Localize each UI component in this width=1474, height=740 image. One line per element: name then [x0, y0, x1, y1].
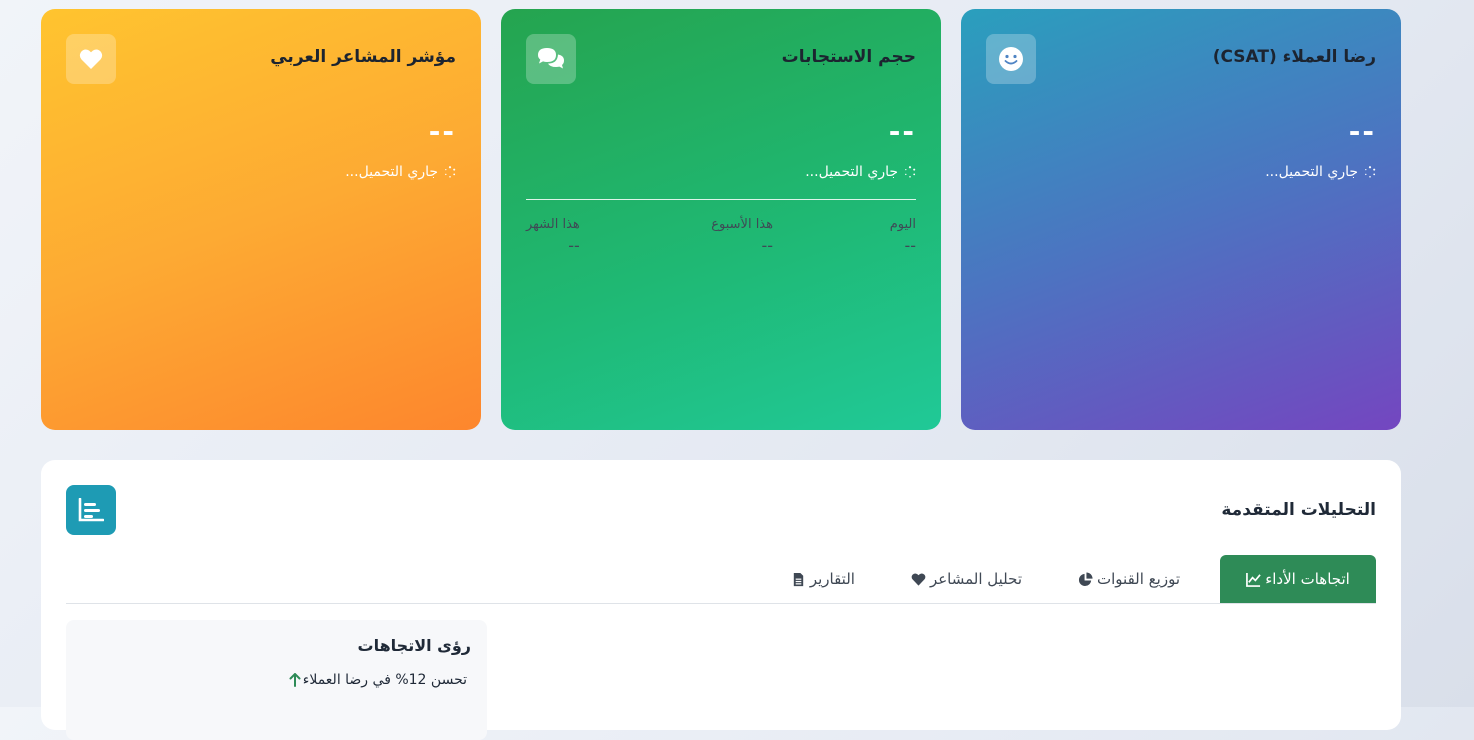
trend-insights: رؤى الاتجاهات تحسن 12% في رضا العملاء: [66, 620, 487, 740]
bar-chart-icon: [66, 485, 116, 535]
sentiment-card: مؤشر المشاعر العربي -- جاري التحميل...: [41, 9, 481, 430]
period-month: هذا الشهر --: [526, 217, 580, 255]
analytics-title: التحليلات المتقدمة: [1221, 500, 1376, 520]
period-week: هذا الأسبوع --: [711, 217, 773, 255]
tab-label: تحليل المشاعر: [929, 570, 1023, 588]
period-label: هذا الشهر: [526, 217, 580, 232]
file-icon: [793, 572, 803, 586]
sentiment-value: --: [428, 115, 456, 148]
tab-channel-distribution[interactable]: توزيع القنوات: [1058, 555, 1200, 603]
period-label: اليوم: [889, 217, 916, 232]
spinner-icon: [905, 166, 916, 178]
csat-loading-status: جاري التحميل...: [1265, 164, 1376, 180]
period-value: --: [904, 236, 916, 255]
spinner-icon: [1365, 166, 1376, 178]
tab-reports[interactable]: التقارير: [771, 555, 875, 603]
insights-title: رؤى الاتجاهات: [357, 636, 471, 655]
spinner-icon: [445, 166, 456, 178]
insight-item: تحسن 12% في رضا العملاء: [289, 672, 467, 688]
tab-label: توزيع القنوات: [1097, 570, 1180, 588]
analytics-panel: التحليلات المتقدمة اتجاهات الأداء توزيع …: [41, 460, 1401, 740]
period-today: اليوم --: [890, 217, 916, 255]
tab-sentiment-analysis[interactable]: تحليل المشاعر: [891, 555, 1042, 603]
volume-title: حجم الاستجابات: [781, 47, 916, 67]
analytics-tabs: اتجاهات الأداء توزيع القنوات تحليل المشا…: [66, 555, 1376, 604]
volume-card: حجم الاستجابات -- جاري التحميل... اليوم …: [501, 9, 941, 430]
pie-chart-icon: [1078, 571, 1093, 586]
csat-title: رضا العملاء (CSAT): [1212, 47, 1376, 67]
volume-value: --: [888, 115, 916, 148]
smile-icon: [986, 34, 1036, 84]
tab-label: اتجاهات الأداء: [1265, 570, 1350, 588]
period-value: --: [568, 236, 580, 255]
tab-label: التقارير: [809, 570, 855, 588]
sentiment-status-text: جاري التحميل...: [345, 164, 438, 180]
sentiment-loading-status: جاري التحميل...: [345, 164, 456, 180]
volume-divider: [526, 199, 916, 200]
volume-loading-status: جاري التحميل...: [805, 164, 916, 180]
period-value: --: [761, 236, 773, 255]
csat-value: --: [1348, 115, 1376, 148]
insight-text: تحسن 12% في رضا العملاء: [302, 672, 467, 688]
arrow-up-icon: [289, 673, 301, 687]
volume-status-text: جاري التحميل...: [805, 164, 898, 180]
tab-performance-trends[interactable]: اتجاهات الأداء: [1220, 555, 1376, 603]
sentiment-title: مؤشر المشاعر العربي: [270, 47, 456, 67]
line-chart-icon: [1246, 572, 1261, 587]
csat-status-text: جاري التحميل...: [1265, 164, 1358, 180]
comments-icon: [526, 34, 576, 84]
period-label: هذا الأسبوع: [711, 217, 773, 232]
csat-card: رضا العملاء (CSAT) -- جاري التحميل...: [961, 9, 1401, 430]
heart-icon: [911, 573, 926, 586]
heart-icon: [66, 34, 116, 84]
